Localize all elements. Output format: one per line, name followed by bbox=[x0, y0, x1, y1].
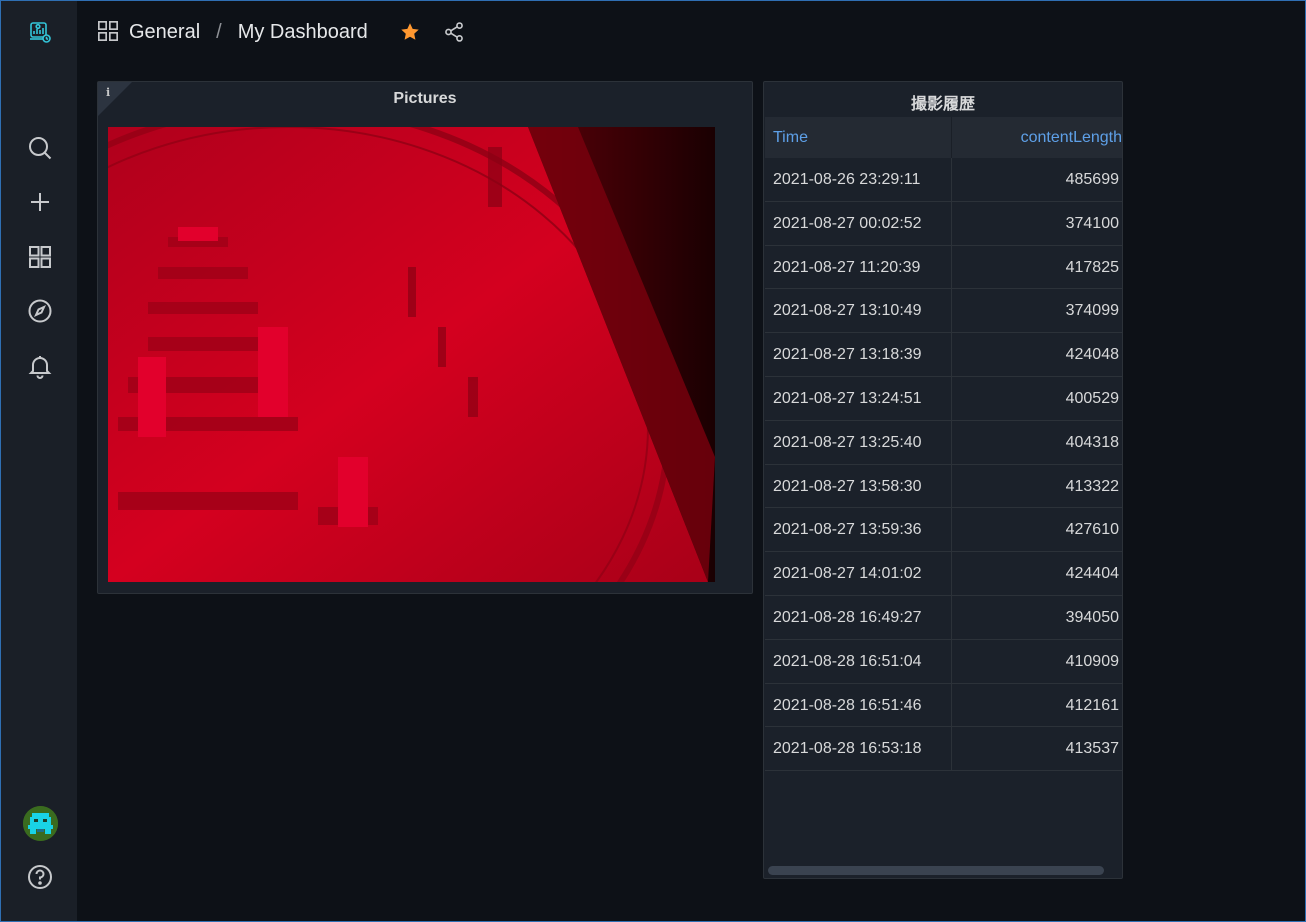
table-row: 2021-08-27 14:01:02 424404 bbox=[765, 552, 1122, 596]
table-header: Time contentLength bbox=[765, 117, 1122, 158]
breadcrumb-separator: / bbox=[216, 20, 222, 43]
cell-time: 2021-08-27 13:24:51 bbox=[765, 376, 952, 420]
table-row: 2021-08-28 16:53:18 413537 bbox=[765, 727, 1122, 772]
plus-icon[interactable] bbox=[25, 187, 55, 217]
cell-contentlength: 374099 bbox=[1065, 302, 1119, 320]
dashboards-icon[interactable] bbox=[25, 242, 55, 272]
history-panel: 撮影履歴 Time contentLength 2021-08-26 23:29… bbox=[763, 81, 1123, 879]
dashboard-header: General / My Dashboard bbox=[97, 15, 470, 49]
table-row: 2021-08-28 16:51:04 410909 bbox=[765, 639, 1122, 684]
cell-contentlength: 413537 bbox=[1065, 740, 1119, 758]
table-row: 2021-08-28 16:49:27 394050 bbox=[765, 595, 1122, 640]
cell-contentlength: 412161 bbox=[1065, 696, 1119, 714]
cell-time: 2021-08-28 16:49:27 bbox=[765, 595, 952, 639]
star-icon[interactable] bbox=[394, 16, 426, 48]
panel-title[interactable]: 撮影履歴 bbox=[764, 90, 1122, 114]
cell-contentlength: 424048 bbox=[1065, 346, 1119, 364]
user-avatar[interactable] bbox=[23, 806, 58, 841]
cell-time: 2021-08-27 11:20:39 bbox=[765, 245, 952, 289]
table-row: 2021-08-27 13:18:39 424048 bbox=[765, 333, 1122, 377]
table-row: 2021-08-27 00:02:52 374100 bbox=[765, 201, 1122, 246]
table-row: 2021-08-26 23:29:11 485699 bbox=[765, 158, 1122, 202]
cell-contentlength: 413322 bbox=[1065, 477, 1119, 495]
cell-contentlength: 410909 bbox=[1065, 652, 1119, 670]
logo-icon[interactable] bbox=[25, 17, 55, 47]
pictures-panel: i Pictures bbox=[97, 81, 753, 594]
cell-contentlength: 424404 bbox=[1065, 565, 1119, 583]
cell-contentlength: 400529 bbox=[1065, 389, 1119, 407]
breadcrumb-dashboard-title[interactable]: My Dashboard bbox=[238, 21, 368, 44]
history-table: Time contentLength 2021-08-26 23:29:11 48… bbox=[765, 117, 1122, 857]
cell-time: 2021-08-27 13:59:36 bbox=[765, 508, 952, 552]
column-header-contentlength[interactable]: contentLength bbox=[952, 117, 1122, 158]
cell-contentlength: 427610 bbox=[1065, 521, 1119, 539]
cell-contentlength: 374100 bbox=[1065, 214, 1119, 232]
cell-time: 2021-08-27 13:10:49 bbox=[765, 289, 952, 333]
sidebar bbox=[1, 1, 77, 921]
panel-title[interactable]: Pictures bbox=[98, 90, 752, 108]
cell-time: 2021-08-28 16:53:18 bbox=[765, 727, 952, 771]
breadcrumb-folder[interactable]: General bbox=[129, 21, 200, 44]
cell-contentlength: 404318 bbox=[1065, 433, 1119, 451]
cell-time: 2021-08-27 00:02:52 bbox=[765, 201, 952, 245]
cell-time: 2021-08-26 23:29:11 bbox=[765, 158, 952, 201]
table-row: 2021-08-28 16:51:46 412161 bbox=[765, 683, 1122, 728]
table-row: 2021-08-27 13:59:36 427610 bbox=[765, 508, 1122, 553]
cell-contentlength: 417825 bbox=[1065, 258, 1119, 276]
cell-contentlength: 394050 bbox=[1065, 608, 1119, 626]
camera-picture bbox=[108, 127, 715, 582]
cell-time: 2021-08-27 13:58:30 bbox=[765, 464, 952, 508]
dashboards-grid-icon bbox=[97, 20, 121, 44]
table-row: 2021-08-27 13:58:30 413322 bbox=[765, 464, 1122, 509]
app-frame: General / My Dashboard i Pictures 撮影履歴 T… bbox=[0, 0, 1306, 922]
share-icon[interactable] bbox=[438, 16, 470, 48]
cell-time: 2021-08-27 14:01:02 bbox=[765, 552, 952, 595]
column-header-time[interactable]: Time bbox=[765, 117, 952, 158]
table-row: 2021-08-27 11:20:39 417825 bbox=[765, 245, 1122, 290]
cell-contentlength: 485699 bbox=[1065, 171, 1119, 188]
cell-time: 2021-08-28 16:51:04 bbox=[765, 639, 952, 683]
help-icon[interactable] bbox=[25, 862, 55, 892]
search-icon[interactable] bbox=[25, 133, 55, 163]
cell-time: 2021-08-27 13:18:39 bbox=[765, 333, 952, 376]
table-row: 2021-08-27 13:24:51 400529 bbox=[765, 376, 1122, 421]
explore-compass-icon[interactable] bbox=[25, 296, 55, 326]
table-row: 2021-08-27 13:25:40 404318 bbox=[765, 420, 1122, 465]
table-body: 2021-08-26 23:29:11 485699 2021-08-27 00:0… bbox=[765, 158, 1122, 772]
cell-time: 2021-08-27 13:25:40 bbox=[765, 420, 952, 464]
alerting-bell-icon[interactable] bbox=[25, 351, 55, 381]
table-row: 2021-08-27 13:10:49 374099 bbox=[765, 289, 1122, 334]
horizontal-scrollbar[interactable] bbox=[768, 866, 1104, 875]
cell-time: 2021-08-28 16:51:46 bbox=[765, 683, 952, 727]
